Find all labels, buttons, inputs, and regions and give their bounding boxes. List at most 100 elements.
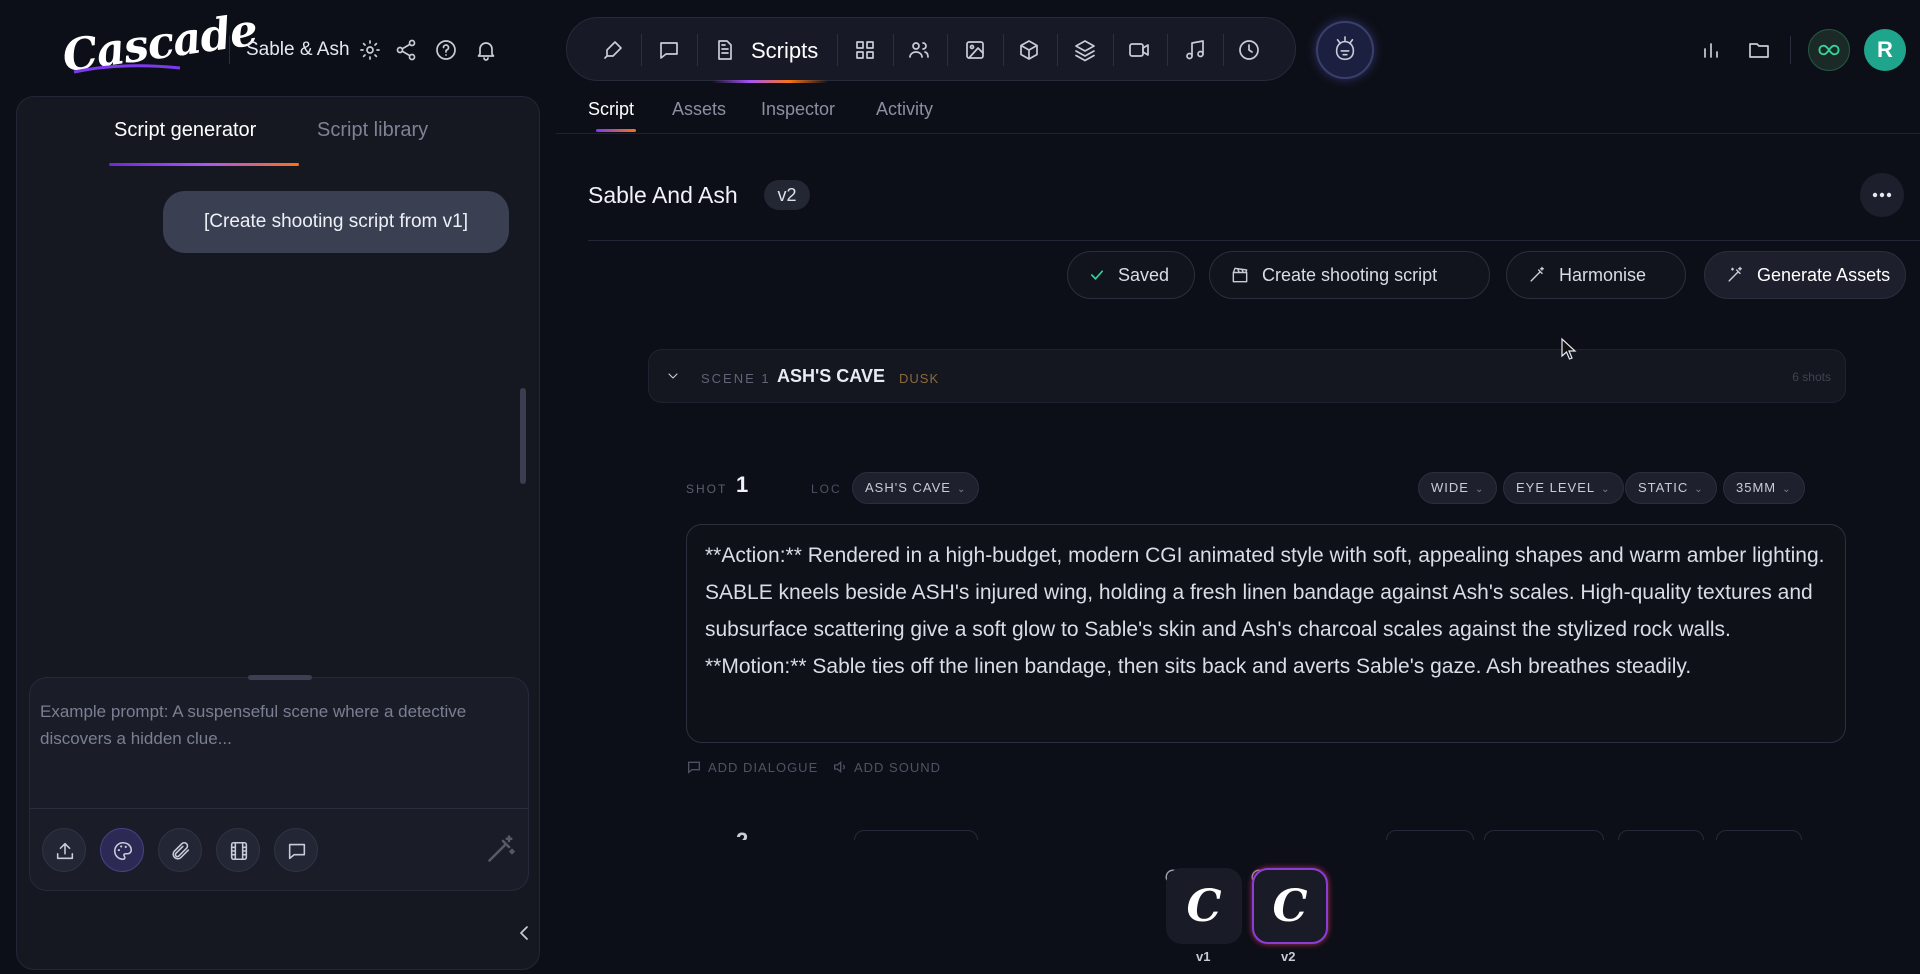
logo-swoosh [73,64,181,74]
angle-select[interactable]: EYE LEVEL ⌄ [1503,472,1624,504]
tab-activity[interactable]: Activity [876,99,933,120]
script-generator-panel: Script generator Script library [Create … [16,96,540,970]
resize-handle[interactable] [248,675,312,680]
style-button[interactable] [100,828,144,872]
next-shot-number: 2 [736,830,748,840]
document-icon[interactable] [713,38,737,62]
version-thumbnail-v1[interactable]: C [1166,868,1242,944]
add-sound-button[interactable]: ADD SOUND [832,759,941,775]
infinity-icon[interactable] [1808,29,1850,71]
grid-icon[interactable] [853,38,877,62]
image-icon[interactable] [963,38,987,62]
scene-number: SCENE 1 [701,371,771,386]
nav-divider [641,34,642,66]
next-shot-chip [854,830,978,840]
movement-value: STATIC [1638,480,1689,495]
prompt-composer: Example prompt: A suspenseful scene wher… [29,675,529,891]
chevron-down-icon[interactable] [665,368,681,384]
generate-assets-label: Generate Assets [1757,264,1891,285]
user-avatar[interactable]: R [1864,29,1906,71]
tab-inspector[interactable]: Inspector [761,99,835,120]
location-value: ASH'S CAVE [865,480,951,495]
magic-wand-icon[interactable] [482,832,518,868]
framing-value: WIDE [1431,480,1469,495]
share-icon[interactable] [394,38,418,62]
magic-wand-icon [1530,266,1544,282]
bell-icon[interactable] [474,38,498,62]
saved-button[interactable]: Saved [1067,251,1195,299]
mouse-cursor-icon [1561,337,1577,360]
film-button[interactable] [216,828,260,872]
header-divider [229,36,230,64]
version-badge: v2 [764,180,810,210]
nav-divider [1223,34,1224,66]
chat-icon [288,843,306,860]
saved-label: Saved [1118,264,1170,285]
location-label: LOC [811,482,842,496]
framing-select[interactable]: WIDE ⌄ [1418,472,1498,504]
nav-item-scripts[interactable]: Scripts [751,38,818,64]
chevron-down-icon: ⌄ [1694,484,1704,495]
tab-script-generator[interactable]: Script generator [114,119,256,142]
gear-icon[interactable] [358,38,382,62]
shot-description[interactable]: **Action:** Rendered in a high-budget, m… [705,537,1829,685]
nav-divider [1167,34,1168,66]
nav-divider [1003,34,1004,66]
folder-icon[interactable] [1747,38,1771,62]
version-thumbnail-v2[interactable]: C [1252,868,1328,944]
chevron-down-icon: ⌄ [1782,484,1792,495]
chevron-left-icon[interactable] [513,921,537,945]
clock-icon[interactable] [1237,38,1261,62]
harmonise-button[interactable]: Harmonise [1506,251,1686,299]
music-icon[interactable] [1183,38,1207,62]
next-shot-chip [1386,830,1474,840]
more-options-button[interactable] [1860,173,1904,217]
next-shot-chip [1618,830,1704,840]
nav-divider [947,34,948,66]
panel-scrollbar[interactable] [520,388,526,484]
add-sound-label: ADD SOUND [854,759,942,775]
prompt-input[interactable]: Example prompt: A suspenseful scene wher… [40,698,520,752]
create-shooting-script-button[interactable]: Create shooting script [1209,251,1490,299]
comment-button[interactable] [274,828,318,872]
dialogue-icon [688,761,700,774]
tab-assets[interactable]: Assets [672,99,726,120]
prompt-divider [30,808,528,809]
tab-script-library[interactable]: Script library [317,119,428,142]
attach-button[interactable] [158,828,202,872]
chevron-down-icon: ⌄ [956,484,967,495]
shot-number: 1 [736,472,749,497]
bar-chart-icon[interactable] [1699,38,1723,62]
nav-divider [1057,34,1058,66]
scene-header[interactable]: SCENE 1 ASH'S CAVE DUSK 6 shots [648,349,1846,403]
location-select[interactable]: ASH'S CAVE ⌄ [852,472,980,504]
generate-assets-button[interactable]: Generate Assets [1704,251,1906,299]
lens-select[interactable]: 35MM ⌄ [1723,472,1805,504]
video-icon[interactable] [1127,38,1151,62]
brush-icon[interactable] [601,38,625,62]
shot-description-card[interactable]: **Action:** Rendered in a high-budget, m… [686,524,1846,743]
ai-orb-icon[interactable] [1316,21,1374,79]
movement-select[interactable]: STATIC ⌄ [1625,472,1717,504]
chevron-down-icon: ⌄ [1474,484,1485,495]
chevron-down-icon: ⌄ [1601,484,1611,495]
help-icon[interactable] [434,38,458,62]
sparkle-wand-icon [1728,266,1742,282]
add-dialogue-button[interactable]: ADD DIALOGUE [686,759,818,775]
paperclip-icon [172,841,190,860]
harmonise-label: Harmonise [1559,264,1647,285]
project-name[interactable]: Sable & Ash [246,39,350,61]
layers-icon[interactable] [1073,38,1097,62]
cube-icon[interactable] [1017,38,1041,62]
lens-value: 35MM [1736,480,1777,495]
speaker-icon [834,760,845,774]
tab-active-indicator [109,163,299,166]
tab-script[interactable]: Script [588,99,634,120]
scene-shot-count: 6 shots [1792,370,1831,384]
script-title[interactable]: Sable And Ash [588,182,738,209]
upload-button[interactable] [42,828,86,872]
version-label-v2: v2 [1281,949,1296,964]
users-icon[interactable] [907,38,931,62]
nav-divider [697,34,698,66]
chat-icon[interactable] [657,38,681,62]
